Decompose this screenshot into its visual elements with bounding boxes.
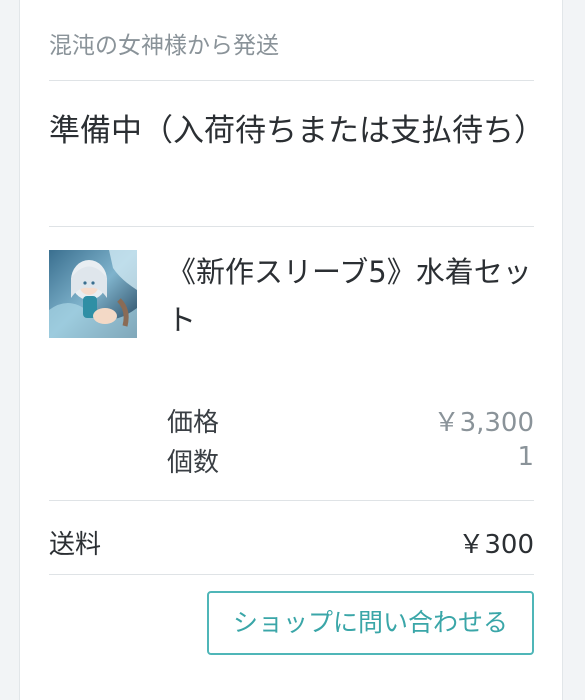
contact-shop-button[interactable]: ショップに問い合わせる xyxy=(207,591,534,655)
divider xyxy=(49,226,534,227)
divider xyxy=(49,500,534,501)
price-row: 価格 ￥3,300 xyxy=(167,402,534,440)
shipping-value: ￥300 xyxy=(458,530,534,560)
sender-label: 混沌の女神様から発送 xyxy=(49,33,279,59)
divider xyxy=(49,574,534,575)
quantity-value: 1 xyxy=(517,442,534,472)
shipping-label: 送料 xyxy=(49,530,102,560)
order-card: 混沌の女神様から発送 準備中（入荷待ちまたは支払待ち） 《新作スリーブ5》水着セ… xyxy=(19,0,563,700)
quantity-label: 個数 xyxy=(167,448,220,478)
quantity-row: 個数 1 xyxy=(167,442,534,480)
divider xyxy=(49,80,534,81)
price-value: ￥3,300 xyxy=(433,408,534,438)
product-name[interactable]: 《新作スリーブ5》水着セット xyxy=(167,248,534,344)
product-thumbnail-image[interactable] xyxy=(49,250,137,338)
price-label: 価格 xyxy=(167,408,220,438)
product-thumbnail-art xyxy=(49,250,137,338)
shipping-row: 送料 ￥300 xyxy=(49,524,534,564)
order-status: 準備中（入荷待ちまたは支払待ち） xyxy=(49,113,545,149)
